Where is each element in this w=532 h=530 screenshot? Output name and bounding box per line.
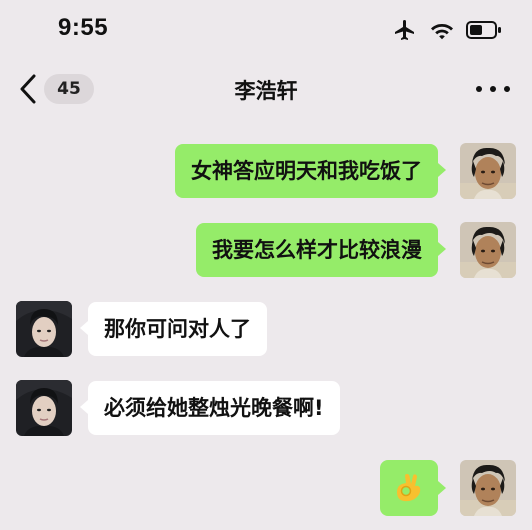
message-text: 女神答应明天和我吃饭了 <box>191 159 422 183</box>
message-text: 那你可问对人了 <box>104 317 251 341</box>
wifi-icon <box>430 20 454 40</box>
chat-header: 45 李浩轩 <box>0 62 532 118</box>
sent-message-bubble[interactable]: 女神答应明天和我吃饭了 <box>175 144 438 198</box>
my-avatar[interactable] <box>460 460 516 516</box>
sent-emoji-bubble[interactable] <box>380 460 438 516</box>
ok-hand-emoji <box>397 474 421 502</box>
received-message-bubble[interactable]: 必须给她整烛光晚餐啊! <box>88 381 340 435</box>
more-options-button[interactable] <box>476 76 510 102</box>
status-icons <box>392 18 502 42</box>
sent-message-bubble[interactable]: 我要怎么样才比较浪漫 <box>196 223 438 277</box>
contact-avatar[interactable] <box>16 301 72 357</box>
my-avatar[interactable] <box>460 222 516 278</box>
message-row: 那你可问对人了 <box>0 301 532 359</box>
message-row: 女神答应明天和我吃饭了 <box>0 143 532 201</box>
contact-avatar[interactable] <box>16 380 72 436</box>
my-avatar[interactable] <box>460 143 516 199</box>
battery-icon <box>466 20 502 40</box>
chat-title: 李浩轩 <box>234 79 298 103</box>
message-row <box>0 460 532 518</box>
chat-screen: 9:55 45 李浩轩 女神答应明天和我吃饭了 我要怎么样才比较浪漫 那你可问对… <box>0 0 532 530</box>
status-time: 9:55 <box>58 14 109 41</box>
received-message-bubble[interactable]: 那你可问对人了 <box>88 302 267 356</box>
message-text: 必须给她整烛光晚餐啊! <box>104 396 324 420</box>
message-row: 我要怎么样才比较浪漫 <box>0 222 532 280</box>
message-row: 必须给她整烛光晚餐啊! <box>0 380 532 438</box>
ellipsis-icon <box>476 86 482 92</box>
airplane-icon <box>392 18 418 42</box>
status-bar: 9:55 <box>0 0 532 62</box>
message-text: 我要怎么样才比较浪漫 <box>212 238 422 262</box>
